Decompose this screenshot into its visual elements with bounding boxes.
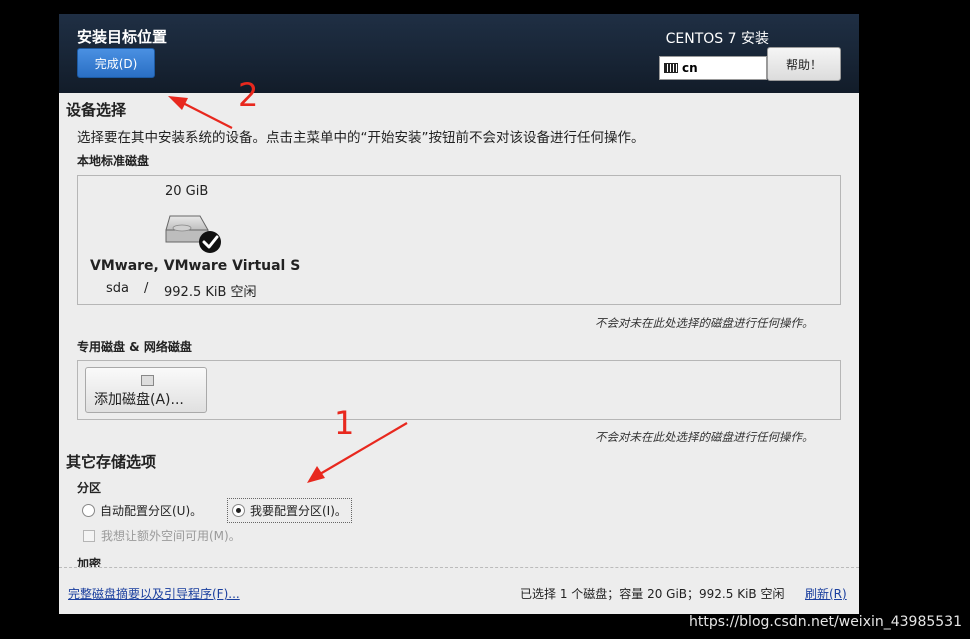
annotation-layer: 2 1 <box>168 76 408 483</box>
annotation-arrow-2 <box>168 96 233 129</box>
annotation-arrow-1 <box>307 422 408 483</box>
watermark: https://blog.csdn.net/weixin_43985531 <box>688 614 962 630</box>
annotation-label-2: 2 <box>238 76 258 114</box>
annotation-label-1: 1 <box>334 404 354 442</box>
